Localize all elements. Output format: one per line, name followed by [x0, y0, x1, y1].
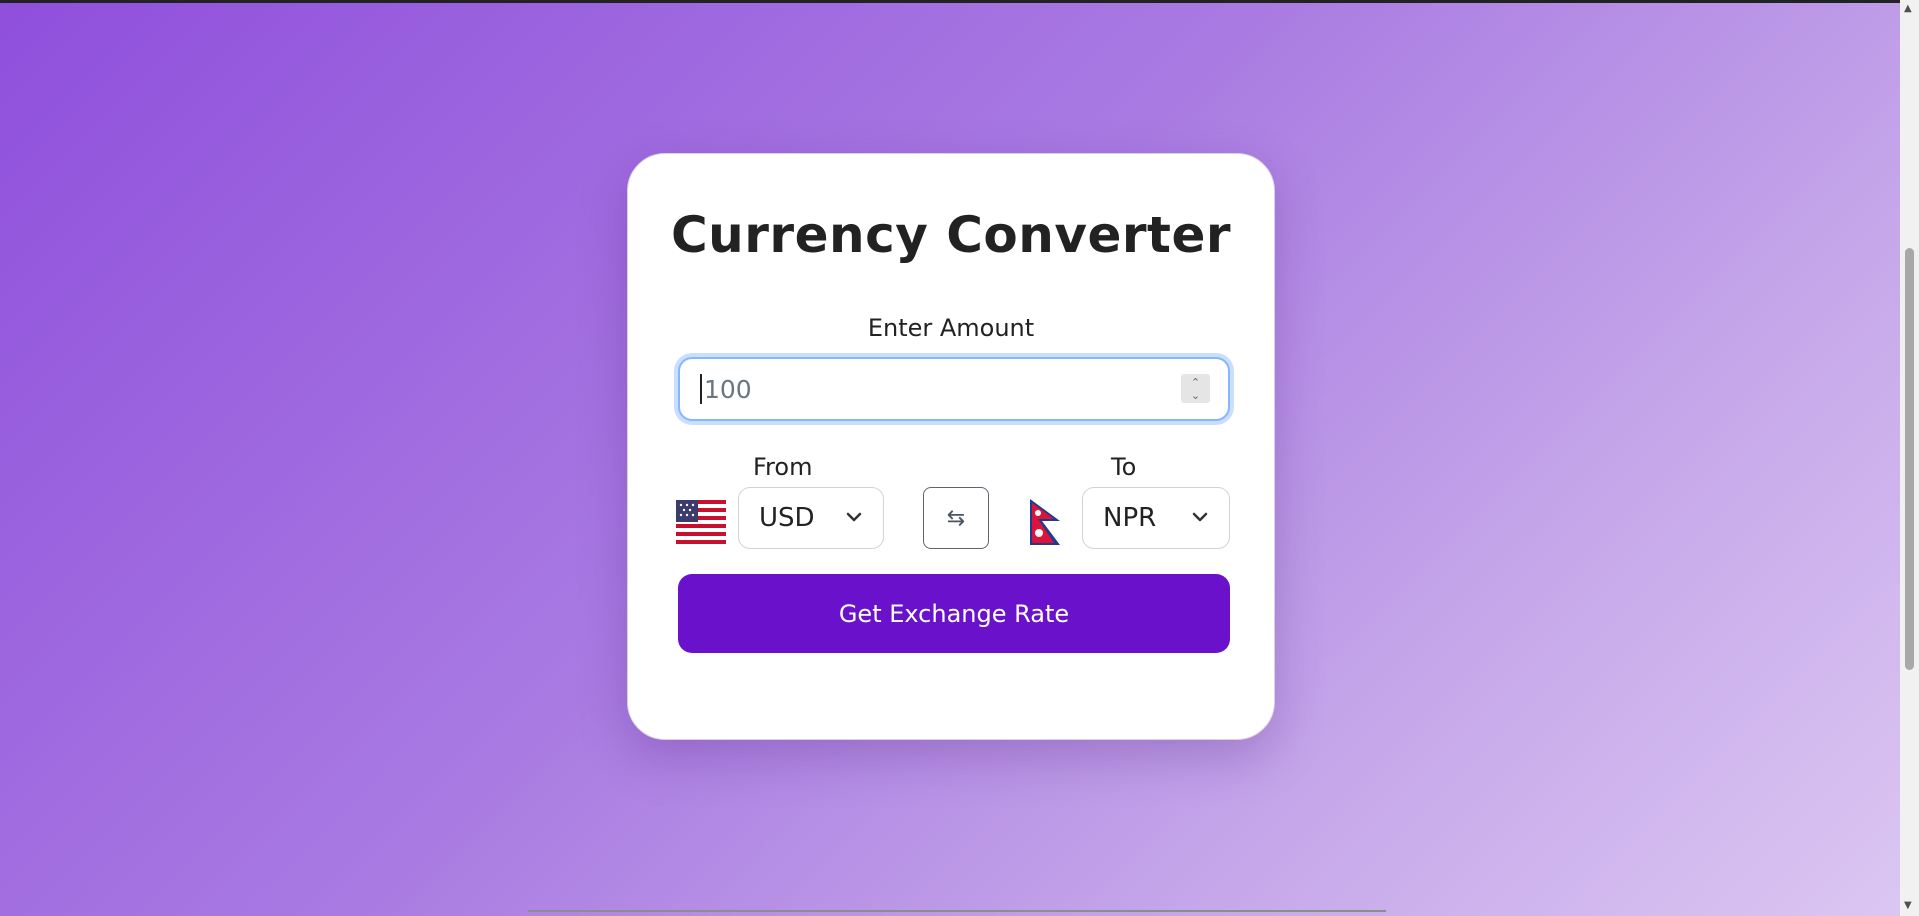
- scroll-up-icon[interactable]: ▲: [1904, 3, 1912, 14]
- nepal-flag-icon: [1030, 499, 1060, 545]
- us-flag-icon: [676, 500, 726, 544]
- scroll-thumb[interactable]: [1905, 248, 1914, 670]
- from-label: From: [753, 453, 813, 481]
- to-currency-value: NPR: [1103, 503, 1157, 533]
- from-currency-value: USD: [759, 503, 815, 533]
- chevron-down-icon: [1192, 512, 1208, 522]
- amount-label: Enter Amount: [867, 314, 1035, 342]
- number-spinner[interactable]: ⌃ ⌄: [1181, 374, 1210, 403]
- swap-currencies-button[interactable]: ⇆: [923, 487, 989, 549]
- bottom-divider: [528, 910, 1386, 912]
- swap-icon: ⇆: [946, 505, 966, 531]
- chevron-down-icon[interactable]: ⌄: [1191, 390, 1200, 401]
- get-exchange-rate-button[interactable]: Get Exchange Rate: [678, 574, 1230, 653]
- page-title: Currency Converter: [670, 206, 1232, 264]
- converter-card: Currency Converter Enter Amount 100 ⌃ ⌄ …: [627, 153, 1275, 740]
- to-label: To: [1111, 453, 1137, 481]
- text-caret: [700, 374, 702, 404]
- to-currency-select[interactable]: NPR: [1082, 487, 1230, 549]
- amount-input[interactable]: 100 ⌃ ⌄: [678, 357, 1230, 421]
- chevron-up-icon[interactable]: ⌃: [1191, 377, 1200, 388]
- browser-top-border: [0, 0, 1919, 3]
- chevron-down-icon: [846, 512, 862, 522]
- from-currency-select[interactable]: USD: [738, 487, 884, 549]
- amount-placeholder: 100: [704, 374, 752, 404]
- scroll-down-icon[interactable]: ▼: [1904, 900, 1912, 911]
- vertical-scrollbar[interactable]: ▲ ▼: [1900, 0, 1919, 916]
